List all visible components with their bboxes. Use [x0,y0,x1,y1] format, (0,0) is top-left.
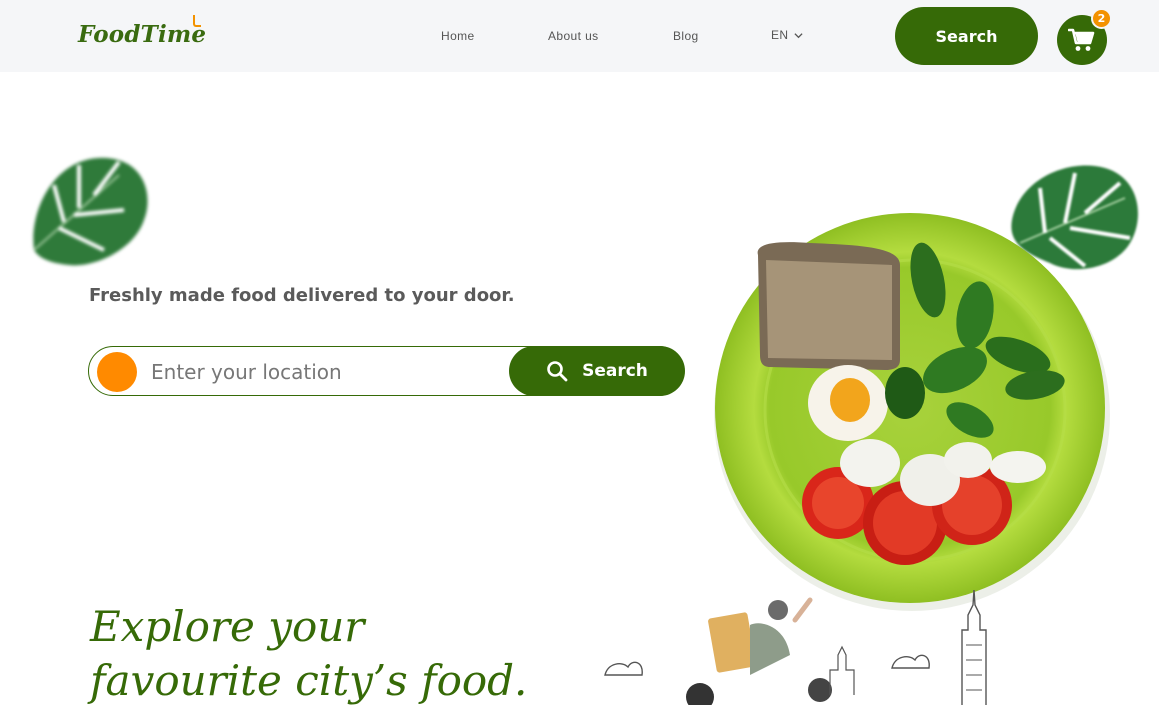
language-label: EN [771,28,789,42]
language-selector[interactable]: EN [771,28,804,42]
hero-headline: Explore your favourite city’s food. [90,600,527,705]
leaf-icon [33,157,148,266]
cart-icon [1068,28,1095,51]
page: FoodTime Home About us Blog EN Search 2 [0,0,1159,705]
search-icon [547,361,568,382]
logo-mark-icon [193,15,201,27]
food-plate-image [714,213,1110,611]
location-search-bar: Search [88,346,685,396]
nav-about-us[interactable]: About us [548,29,599,43]
chevron-down-icon [794,32,804,38]
location-search-button[interactable]: Search [509,346,685,396]
location-input[interactable] [151,355,501,389]
location-dot-icon [97,352,137,392]
nav-home[interactable]: Home [441,29,475,43]
nav-blog[interactable]: Blog [673,29,699,43]
header-search-button[interactable]: Search [895,7,1038,65]
top-nav-bar: FoodTime Home About us Blog EN Search 2 [0,0,1159,72]
location-search-label: Search [582,361,648,381]
header-search-label: Search [935,26,998,46]
hero-headline-line-2: favourite city’s food. [90,656,528,705]
hero-tagline: Freshly made food delivered to your door… [89,285,515,306]
hero-headline-line-1: Explore your [90,602,365,651]
city-courier-illustration [604,589,987,705]
logo[interactable]: FoodTime [78,21,206,48]
cart-count-badge: 2 [1091,8,1112,29]
